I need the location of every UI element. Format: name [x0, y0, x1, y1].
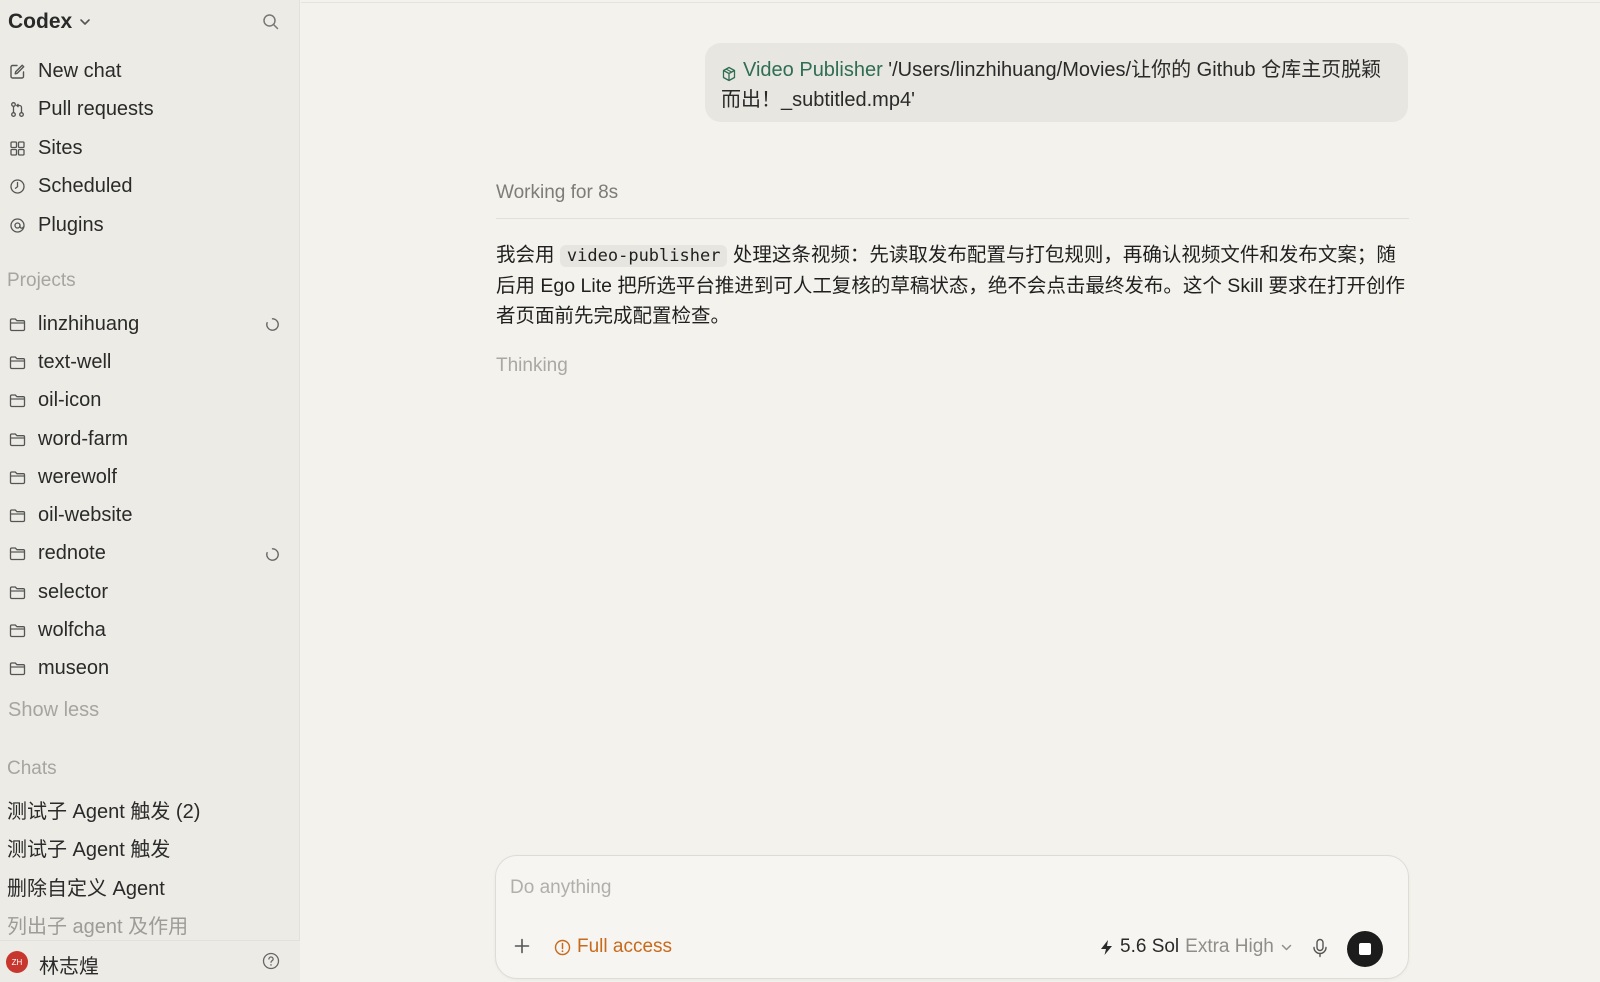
model-selector[interactable]: 5.6 Sol Extra High: [1099, 936, 1293, 958]
project-item[interactable]: text-well: [0, 343, 300, 381]
account-bar: ZH 林志煌: [0, 940, 300, 982]
app-name: Codex: [8, 10, 73, 33]
project-item[interactable]: wolfcha: [0, 611, 300, 649]
project-item[interactable]: word-farm: [0, 420, 300, 458]
project-list: linzhihuang text-well oil-icon word-farm wer…: [0, 305, 300, 688]
nav-new-chat[interactable]: New chat: [0, 52, 300, 91]
inline-code: video-publisher: [559, 245, 728, 267]
access-mode-button[interactable]: Full access: [554, 936, 672, 958]
skill-label: Video Publisher: [743, 59, 883, 81]
search-button[interactable]: [262, 13, 279, 30]
nav-label: Pull requests: [38, 98, 154, 121]
prompt-input[interactable]: [510, 872, 1390, 904]
voice-input-button[interactable]: [1312, 938, 1328, 958]
avatar[interactable]: ZH: [6, 951, 28, 973]
warning-circle-icon: [554, 939, 571, 955]
project-item[interactable]: oil-icon: [0, 382, 300, 420]
chat-item[interactable]: 测试子 Agent 触发: [0, 829, 300, 868]
status-divider: [496, 218, 1409, 219]
nav-label: Sites: [38, 136, 83, 159]
loading-spinner-icon: [265, 317, 280, 332]
primary-nav: New chat Pull requests Sites Scheduled P…: [0, 52, 300, 245]
conversation-pane: Video Publisher '/Users/linzhihuang/Movi…: [301, 0, 1600, 982]
nav-label: Scheduled: [38, 175, 133, 198]
model-effort: Extra High: [1185, 936, 1274, 957]
folder-icon: [8, 507, 26, 525]
nav-sites[interactable]: Sites: [0, 129, 300, 168]
user-message: Video Publisher '/Users/linzhihuang/Movi…: [705, 43, 1408, 122]
folder-icon: [8, 583, 26, 601]
project-item[interactable]: linzhihuang: [0, 305, 300, 343]
nav-pull-requests[interactable]: Pull requests: [0, 91, 300, 130]
project-label: oil-website: [38, 504, 133, 527]
project-item[interactable]: selector: [0, 573, 300, 611]
assistant-message: 我会用 video-publisher 处理这条视频：先读取发布配置与打包规则，…: [496, 240, 1409, 331]
top-divider: [301, 2, 1600, 3]
chevron-down-icon: [80, 19, 90, 25]
grid-icon: [8, 139, 26, 157]
at-icon: [8, 216, 26, 234]
project-item[interactable]: werewolf: [0, 458, 300, 496]
chevron-down-icon: [1281, 944, 1292, 950]
microphone-icon: [1313, 938, 1327, 958]
nav-label: Plugins: [38, 213, 104, 236]
access-label: Full access: [577, 936, 673, 957]
working-status[interactable]: Working for 8s: [496, 182, 618, 204]
show-less-button[interactable]: Show less: [8, 699, 99, 722]
folder-icon: [8, 468, 26, 486]
workspace-switcher[interactable]: Codex: [8, 10, 92, 34]
chat-list: 测试子 Agent 触发 (2) 测试子 Agent 触发 删除自定义 Agen…: [0, 790, 300, 944]
stop-icon: [1359, 943, 1371, 955]
folder-icon: [8, 660, 26, 678]
project-label: word-farm: [38, 427, 129, 450]
project-label: wolfcha: [38, 619, 106, 642]
help-icon: [262, 952, 280, 970]
folder-icon: [8, 315, 26, 333]
plus-icon: [514, 938, 530, 954]
skill-chip[interactable]: Video Publisher: [721, 55, 883, 85]
reply-text: 我会用: [496, 244, 560, 266]
project-label: linzhihuang: [38, 312, 140, 335]
clock-icon: [8, 178, 26, 196]
folder-icon: [8, 545, 26, 563]
chat-item[interactable]: 列出子 agent 及作用: [0, 906, 300, 945]
thinking-indicator: Thinking: [496, 355, 568, 376]
model-name: 5.6 Sol: [1120, 936, 1180, 957]
sidebar: Codex New chat Pull requests Sites Sched…: [0, 0, 300, 982]
nav-scheduled[interactable]: Scheduled: [0, 168, 300, 207]
project-label: museon: [38, 657, 110, 680]
project-item[interactable]: oil-website: [0, 496, 300, 534]
folder-icon: [8, 353, 26, 371]
lightning-icon: [1101, 939, 1112, 955]
compose-icon: [8, 62, 26, 80]
project-label: oil-icon: [38, 389, 102, 412]
stop-button[interactable]: [1347, 931, 1383, 967]
user-name[interactable]: 林志煌: [39, 950, 99, 979]
help-button[interactable]: [262, 952, 280, 970]
nav-plugins[interactable]: Plugins: [0, 206, 300, 245]
cube-icon: [722, 66, 736, 81]
project-item[interactable]: rednote: [0, 535, 300, 573]
project-label: werewolf: [38, 465, 117, 488]
folder-icon: [8, 392, 26, 410]
projects-heading: Projects: [7, 270, 76, 291]
loading-spinner-icon: [265, 547, 280, 562]
search-icon: [263, 14, 279, 30]
chat-item[interactable]: 删除自定义 Agent: [0, 867, 300, 906]
project-label: rednote: [38, 542, 106, 565]
project-label: text-well: [38, 350, 112, 373]
project-item[interactable]: museon: [0, 650, 300, 688]
attach-button[interactable]: [512, 936, 532, 956]
chats-heading: Chats: [7, 758, 57, 779]
folder-icon: [8, 622, 26, 640]
chat-item[interactable]: 测试子 Agent 触发 (2): [0, 790, 300, 829]
nav-label: New chat: [38, 59, 122, 82]
composer: Full access 5.6 Sol Extra High: [495, 855, 1409, 979]
folder-icon: [8, 430, 26, 448]
project-label: selector: [38, 580, 109, 603]
pull-request-icon: [8, 101, 26, 119]
